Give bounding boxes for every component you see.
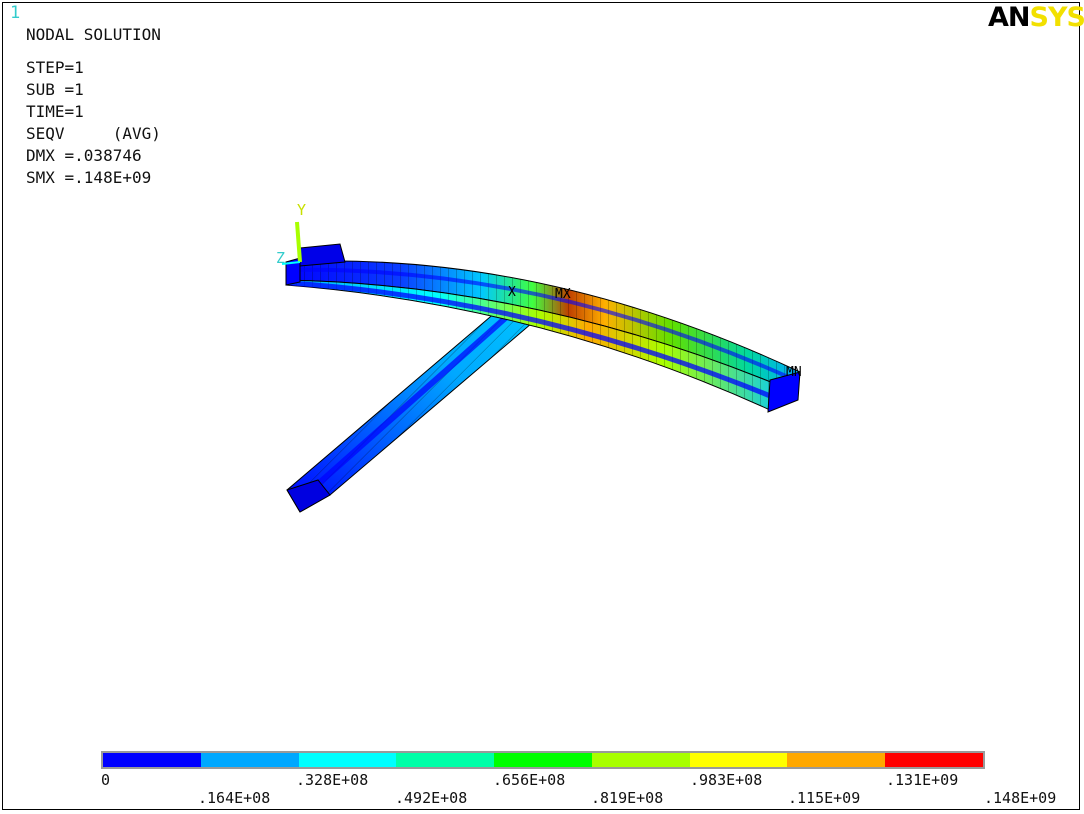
legend-label-1: .164E+08 bbox=[198, 789, 271, 807]
legend-swatch-1 bbox=[200, 753, 299, 767]
legend-swatch-7 bbox=[787, 753, 886, 767]
main-beam bbox=[285, 243, 801, 413]
max-marker-label: MX bbox=[555, 287, 571, 302]
legend-swatch-5 bbox=[591, 753, 690, 767]
legend-swatch-6 bbox=[689, 753, 788, 767]
legend-swatch-4 bbox=[494, 753, 592, 767]
legend-swatch-0 bbox=[103, 753, 201, 767]
legend-label-6: .983E+08 bbox=[690, 771, 763, 789]
triad-z-label: Z bbox=[276, 249, 285, 267]
legend-label-3: .492E+08 bbox=[395, 789, 468, 807]
contour-legend-bar bbox=[101, 751, 985, 769]
legend-swatch-3 bbox=[396, 753, 495, 767]
min-marker-label: MN bbox=[786, 365, 802, 380]
legend-swatch-2 bbox=[298, 753, 397, 767]
fea-model-viewport[interactable]: Y Z X MX MN bbox=[0, 0, 1084, 814]
legend-label-2: .328E+08 bbox=[296, 771, 369, 789]
triad-y-label: Y bbox=[297, 201, 306, 219]
legend-label-0: 0 bbox=[101, 771, 111, 789]
triad-x-label: X bbox=[508, 285, 516, 300]
legend-label-7: .115E+09 bbox=[788, 789, 861, 807]
legend-label-5: .819E+08 bbox=[591, 789, 664, 807]
legend-swatch-8 bbox=[885, 753, 984, 767]
legend-label-8: .131E+09 bbox=[886, 771, 959, 789]
legend-label-4: .656E+08 bbox=[493, 771, 566, 789]
diagonal-beam bbox=[286, 299, 546, 513]
legend-label-9: .148E+09 bbox=[984, 789, 1057, 807]
